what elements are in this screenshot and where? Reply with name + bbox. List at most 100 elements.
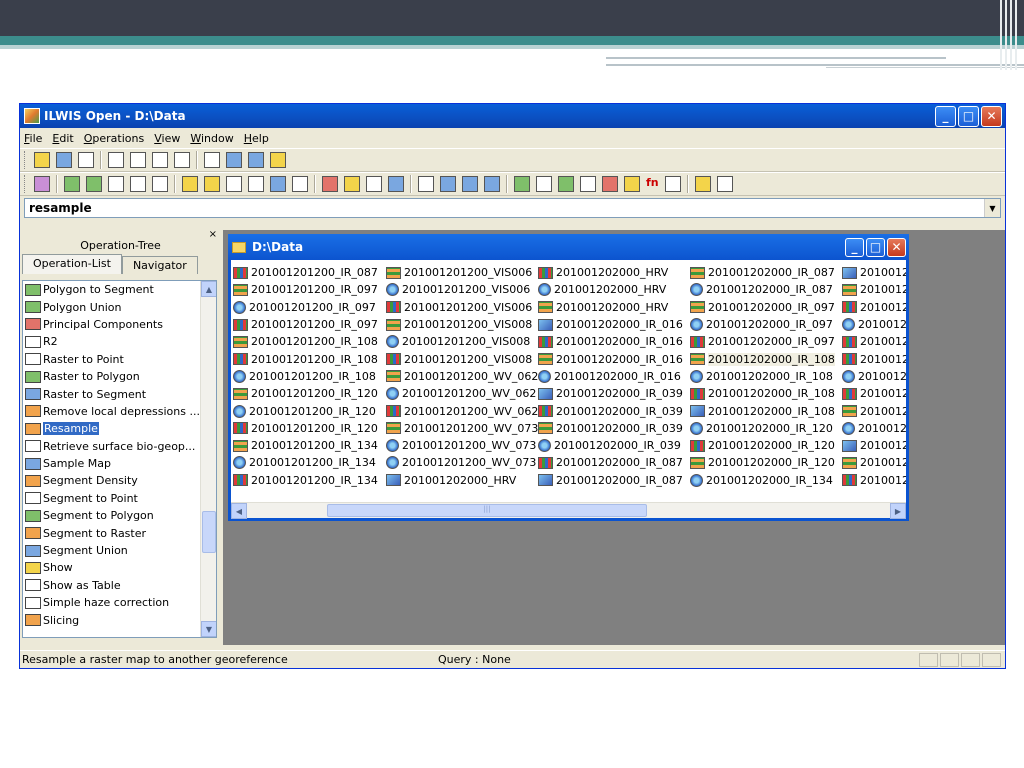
- matrix-icon[interactable]: [602, 176, 618, 192]
- operation-item[interactable]: Simple haze correction: [23, 594, 216, 611]
- segment-map-icon[interactable]: [108, 176, 124, 192]
- polygon-map-icon[interactable]: [86, 176, 102, 192]
- operation-item[interactable]: R2: [23, 333, 216, 350]
- map-view-icon[interactable]: [204, 176, 220, 192]
- operation-item[interactable]: Segment to Raster: [23, 524, 216, 541]
- table-icon[interactable]: [152, 176, 168, 192]
- script-icon[interactable]: [484, 176, 500, 192]
- catalog-item[interactable]: 201001202000_IR_087: [690, 264, 835, 281]
- annotation-icon[interactable]: [248, 176, 264, 192]
- open-icon[interactable]: [34, 152, 50, 168]
- catalog-item[interactable]: 2010012: [842, 316, 906, 333]
- tab-operation-tree[interactable]: Operation-Tree: [20, 238, 221, 254]
- function-icon[interactable]: [536, 176, 552, 192]
- catalog-item[interactable]: 201001201200_VIS008: [386, 350, 538, 367]
- operation-item[interactable]: Segment Density: [23, 472, 216, 489]
- catalog-minimize-button[interactable]: _: [845, 237, 864, 257]
- catalog-item[interactable]: 2010012: [842, 299, 906, 316]
- georeference-icon[interactable]: [366, 176, 382, 192]
- catalog-item[interactable]: 2010012: [842, 281, 906, 298]
- catalog-item[interactable]: 201001202000_HRV: [538, 264, 683, 281]
- catalog-item[interactable]: 201001201200_VIS008: [386, 333, 538, 350]
- catalog-item[interactable]: 201001202000_IR_039: [538, 420, 683, 437]
- catalog-item[interactable]: 201001201200_IR_134: [233, 437, 378, 454]
- catalog-maximize-button[interactable]: □: [866, 237, 885, 257]
- operation-item[interactable]: Raster to Point: [23, 351, 216, 368]
- catalog-horizontal-scrollbar[interactable]: ◀ ||| ▶: [231, 502, 906, 519]
- histogram-icon[interactable]: [418, 176, 434, 192]
- catalog-item[interactable]: 201001202000_IR_108: [690, 350, 835, 367]
- operation-item[interactable]: Segment to Point: [23, 490, 216, 507]
- catalog-item[interactable]: 2010012: [842, 437, 906, 454]
- operation-item[interactable]: Segment to Polygon: [23, 507, 216, 524]
- catalog-item[interactable]: 201001201200_IR_134: [233, 454, 378, 471]
- catalog-item[interactable]: 201001202000_HRV: [538, 299, 683, 316]
- catalog-item[interactable]: 201001202000_IR_087: [538, 454, 683, 471]
- catalog-item[interactable]: 201001201200_VIS008: [386, 316, 538, 333]
- menu-edit[interactable]: Edit: [52, 132, 73, 145]
- menu-window[interactable]: Window: [190, 132, 233, 145]
- document-icon[interactable]: [580, 176, 596, 192]
- scroll-right-icon[interactable]: ▶: [890, 503, 906, 519]
- scroll-left-icon[interactable]: ◀: [231, 503, 247, 519]
- catalog-item[interactable]: 2010012: [842, 420, 906, 437]
- fn-icon[interactable]: fn: [646, 176, 659, 192]
- catalog-close-button[interactable]: ✕: [887, 237, 906, 257]
- layout-icon[interactable]: [226, 176, 242, 192]
- filter-icon[interactable]: [514, 176, 530, 192]
- catalog-item[interactable]: 201001202000_HRV: [386, 472, 538, 489]
- tab-navigator[interactable]: Navigator: [121, 256, 198, 274]
- catalog-item[interactable]: 201001202000_IR_016: [538, 350, 683, 367]
- operation-item[interactable]: Show as Table: [23, 577, 216, 594]
- catalog-item[interactable]: 2010012: [842, 472, 906, 489]
- representation-icon[interactable]: [322, 176, 338, 192]
- catalog-item[interactable]: 201001202000_IR_120: [690, 420, 835, 437]
- delete-icon[interactable]: [152, 152, 168, 168]
- catalog-item[interactable]: 201001202000_IR_016: [538, 333, 683, 350]
- catalog-item[interactable]: 201001201200_WV_062: [386, 402, 538, 419]
- operation-item[interactable]: Remove local depressions ...: [23, 403, 216, 420]
- menu-view[interactable]: View: [154, 132, 180, 145]
- catalog-item[interactable]: 201001201200_IR_108: [233, 350, 378, 367]
- map-list-icon[interactable]: [182, 176, 198, 192]
- ilwis-app-icon[interactable]: [24, 108, 40, 124]
- table-view-icon[interactable]: [270, 176, 286, 192]
- sample-set-icon[interactable]: [440, 176, 456, 192]
- catalog-item[interactable]: 201001202000_IR_039: [538, 402, 683, 419]
- operation-list-scrollbar[interactable]: ▲ ▼: [200, 281, 216, 637]
- catalog-item[interactable]: 201001201200_VIS006: [386, 264, 538, 281]
- operation-item[interactable]: Principal Components: [23, 316, 216, 333]
- catalog-title-bar[interactable]: D:\Data _ □ ✕: [228, 234, 909, 260]
- menu-operations[interactable]: Operations: [84, 132, 145, 145]
- show-icon[interactable]: [56, 152, 72, 168]
- operation-item[interactable]: Sample Map: [23, 455, 216, 472]
- catalog-item[interactable]: 201001202000_HRV: [538, 281, 683, 298]
- title-bar[interactable]: ILWIS Open - D:\Data _ □ ✕: [20, 104, 1005, 128]
- chevron-down-icon[interactable]: ▼: [984, 199, 1000, 217]
- operation-item[interactable]: Polygon to Segment: [23, 281, 216, 298]
- catalog-item[interactable]: 201001202000_IR_016: [538, 368, 683, 385]
- catalog-item[interactable]: 201001202000_IR_039: [538, 385, 683, 402]
- catalog-item[interactable]: 201001201200_VIS006: [386, 299, 538, 316]
- copy-icon[interactable]: [108, 152, 124, 168]
- operation-item[interactable]: Slicing: [23, 611, 216, 628]
- catalog-item[interactable]: 201001201200_WV_073: [386, 454, 538, 471]
- catalog-item[interactable]: 201001201200_IR_108: [233, 333, 378, 350]
- command-line-input[interactable]: resample ▼: [24, 198, 1001, 218]
- folder-icon[interactable]: [694, 176, 711, 192]
- catalog-item[interactable]: 2010012: [842, 402, 906, 419]
- catalog-item[interactable]: 201001201200_WV_062: [386, 368, 538, 385]
- object-properties-icon[interactable]: [174, 152, 190, 168]
- catalog-item[interactable]: 201001202000_IR_087: [690, 281, 835, 298]
- operation-item[interactable]: Resample: [23, 420, 216, 437]
- ilwis-logo-icon[interactable]: [34, 176, 50, 192]
- catalog-item[interactable]: 201001201200_IR_120: [233, 402, 378, 419]
- catalog-item[interactable]: 201001202000_IR_087: [538, 472, 683, 489]
- catalog-item[interactable]: 201001201200_IR_097: [233, 281, 378, 298]
- catalog-item[interactable]: 201001202000_IR_134: [690, 472, 835, 489]
- catalog-item[interactable]: 2010012: [842, 454, 906, 471]
- catalog-item[interactable]: 201001202000_IR_120: [690, 454, 835, 471]
- stereo-pair-icon[interactable]: [462, 176, 478, 192]
- catalog-item[interactable]: 2010012: [842, 350, 906, 367]
- catalog-item[interactable]: 201001202000_IR_108: [690, 402, 835, 419]
